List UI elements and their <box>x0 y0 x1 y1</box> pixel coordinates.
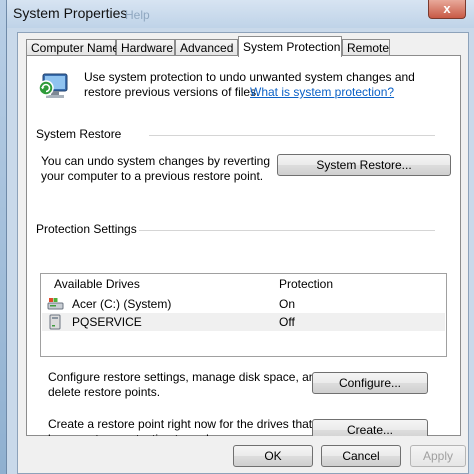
create-text-line1: Create a restore point right now for the… <box>48 417 313 431</box>
system-protection-panel: Use system protection to undo unwanted s… <box>26 55 461 446</box>
apply-button[interactable]: Apply <box>410 445 466 467</box>
configure-text-line1: Configure restore settings, manage disk … <box>48 370 323 384</box>
table-row-drive-pqservice[interactable]: PQSERVICE Off <box>42 313 445 331</box>
system-restore-heading: System Restore <box>36 127 122 141</box>
tab-system-protection[interactable]: System Protection <box>238 36 342 57</box>
protection-settings-heading: Protection Settings <box>36 222 137 236</box>
system-protection-icon <box>38 73 68 98</box>
tab-computer-name[interactable]: Computer Name <box>26 39 119 56</box>
drive-protection-status: On <box>279 297 296 311</box>
cancel-button[interactable]: Cancel <box>321 445 401 467</box>
system-restore-text-line1: You can undo system changes by reverting <box>41 154 271 168</box>
dialog-client-area: Computer Name Hardware Advanced System P… <box>17 32 469 474</box>
system-restore-text-line2: your computer to a previous restore poin… <box>41 169 264 183</box>
protection-settings-divider <box>139 230 435 231</box>
column-header-available-drives[interactable]: Available Drives <box>54 275 140 293</box>
background-window-title: Help <box>125 8 150 22</box>
system-properties-window: System Properties Help x Computer Name H… <box>6 0 474 474</box>
tab-advanced[interactable]: Advanced <box>175 39 238 56</box>
drive-icon <box>49 314 61 330</box>
close-button[interactable]: x <box>428 0 466 19</box>
intro-text-line2: restore previous versions of files. <box>84 85 260 99</box>
system-restore-divider <box>149 135 435 136</box>
dialog-footer: OK Cancel Apply <box>18 436 468 473</box>
system-drive-icon <box>47 298 64 310</box>
table-row-drive-c[interactable]: Acer (C:) (System) On <box>42 295 445 313</box>
drive-name: PQSERVICE <box>72 315 142 329</box>
tab-hardware[interactable]: Hardware <box>116 39 175 56</box>
drive-name: Acer (C:) (System) <box>72 297 172 311</box>
configure-button[interactable]: Configure... <box>312 372 428 394</box>
drive-protection-status: Off <box>279 315 295 329</box>
ok-button[interactable]: OK <box>233 445 313 467</box>
tab-remote[interactable]: Remote <box>342 39 390 56</box>
window-title: System Properties <box>13 5 128 21</box>
column-header-protection[interactable]: Protection <box>279 275 333 293</box>
what-is-system-protection-link[interactable]: What is system protection? <box>250 85 394 100</box>
close-icon: x <box>443 1 451 16</box>
intro-text-line1: Use system protection to undo unwanted s… <box>84 70 415 84</box>
system-restore-button[interactable]: System Restore... <box>277 154 451 176</box>
title-bar[interactable]: System Properties Help x <box>7 0 474 28</box>
configure-text-line2: delete restore points. <box>48 385 161 399</box>
available-drives-table: Available Drives Protection Acer (C:) (S… <box>40 273 447 357</box>
